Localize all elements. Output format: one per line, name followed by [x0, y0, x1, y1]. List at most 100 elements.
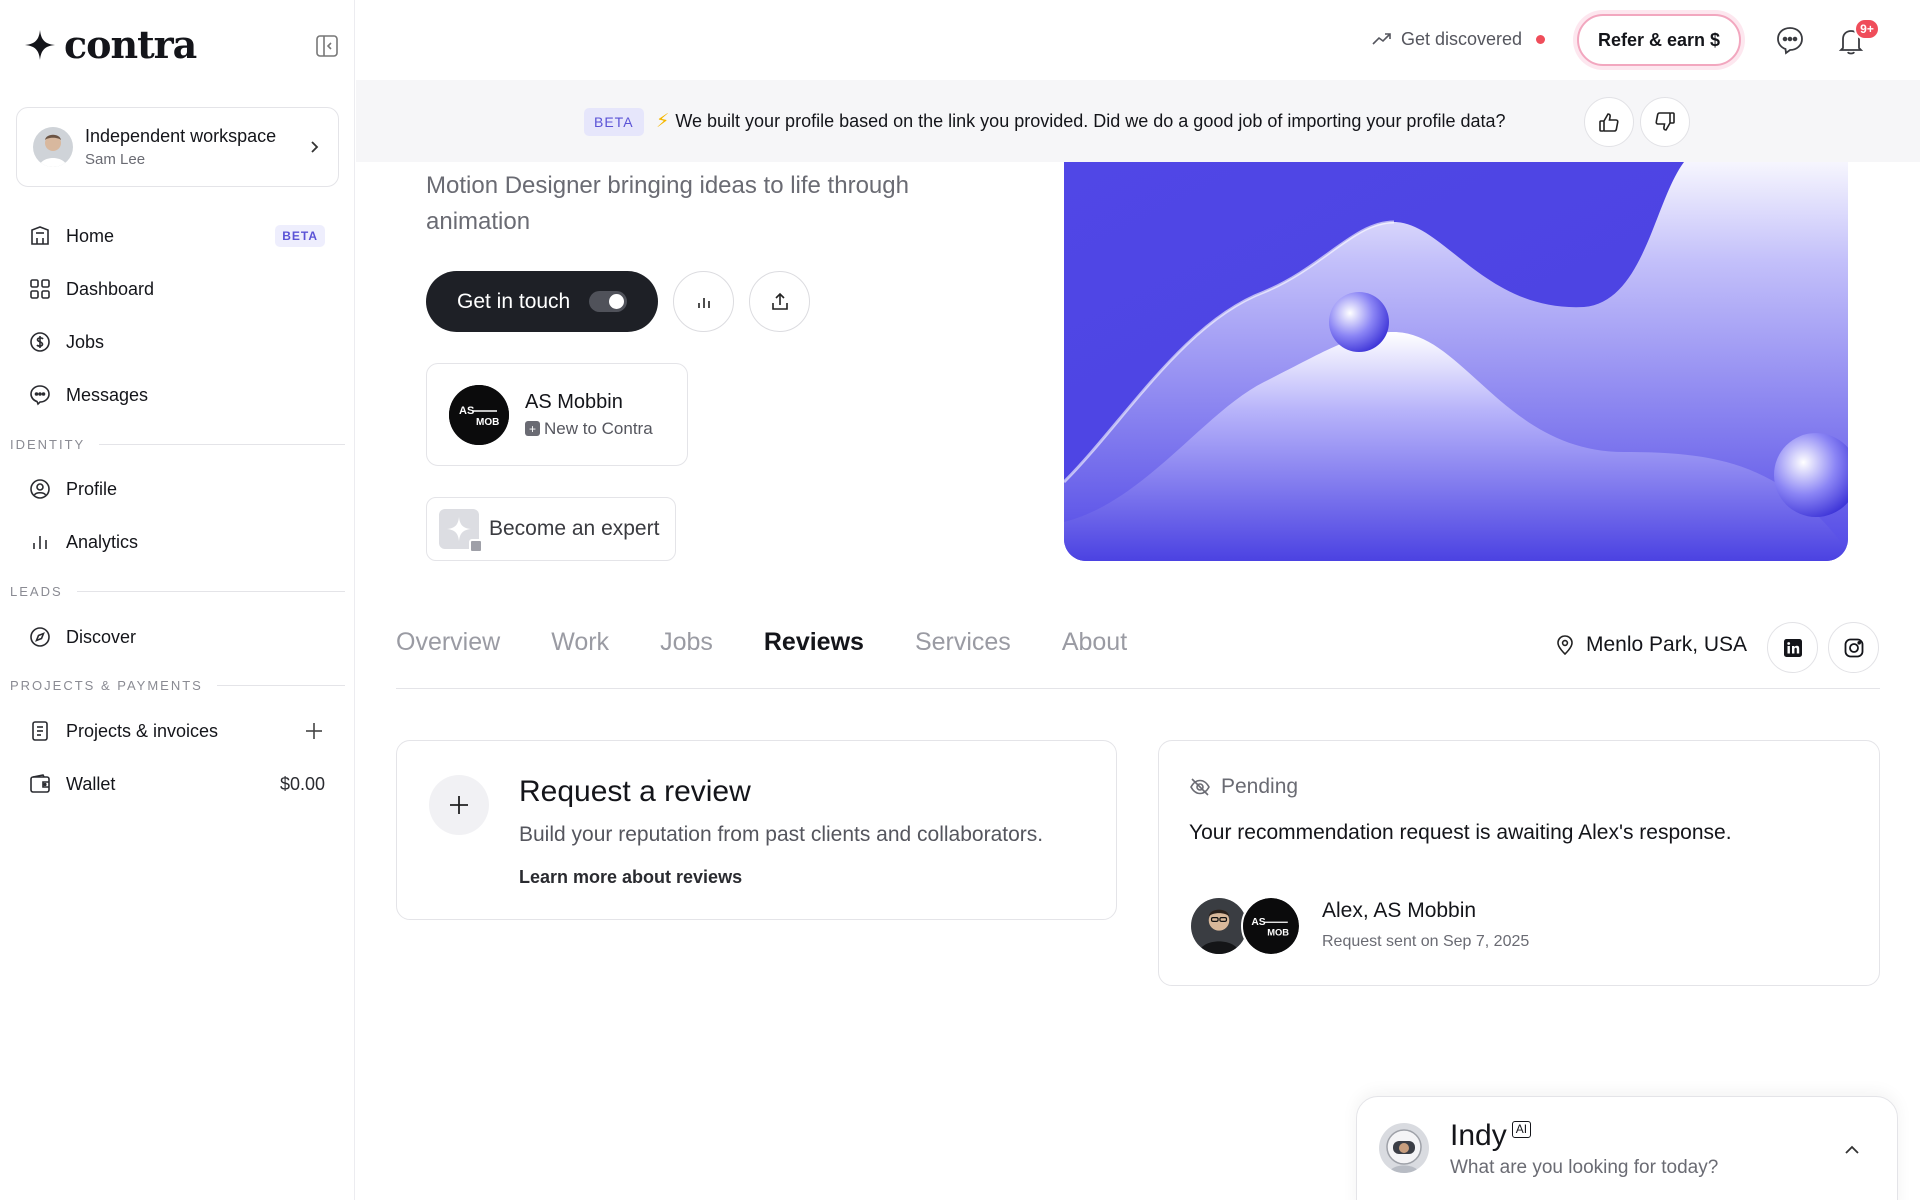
import-feedback-banner: BETA ⚡ We built your profile based on th… [356, 80, 1920, 162]
compass-icon [30, 627, 50, 647]
tab-services[interactable]: Services [915, 628, 1011, 657]
get-in-touch-button[interactable]: Get in touch [426, 271, 658, 332]
svg-text:MOB: MOB [1267, 927, 1289, 937]
contra-star-icon [25, 30, 55, 60]
become-expert-button[interactable]: Become an expert [426, 497, 676, 561]
beta-badge: BETA [584, 108, 644, 136]
sidebar-item-discover[interactable]: Discover [16, 615, 339, 659]
sidebar: contra Independent workspace Sam Lee Hom… [0, 0, 355, 1200]
sidebar-item-home[interactable]: Home BETA [16, 214, 339, 258]
toggle-knob [609, 294, 624, 309]
sidebar-item-profile[interactable]: Profile [16, 467, 339, 511]
tab-jobs[interactable]: Jobs [660, 628, 713, 657]
map-pin-icon [1557, 635, 1573, 656]
svg-text:AS: AS [459, 405, 474, 417]
get-discovered-label: Get discovered [1401, 28, 1523, 49]
sidebar-item-label: Wallet [66, 773, 116, 794]
organization-logo: AS MOB [449, 384, 509, 445]
sidebar-item-label: Dashboard [66, 278, 155, 299]
thumbs-down-button[interactable] [1640, 97, 1690, 147]
sidebar-item-analytics[interactable]: Analytics [16, 520, 339, 564]
pending-message: Your recommendation request is awaiting … [1189, 821, 1732, 844]
thumbs-up-button[interactable] [1584, 97, 1634, 147]
availability-toggle[interactable] [589, 291, 627, 312]
lightning-icon: ⚡ [656, 111, 670, 132]
workspace-title: Independent workspace [85, 126, 277, 146]
tabs-divider [396, 688, 1880, 689]
sidebar-item-messages[interactable]: Messages [16, 373, 339, 417]
divider [99, 444, 345, 445]
sidebar-item-label: Profile [66, 478, 118, 499]
refer-earn-button[interactable]: Refer & earn $ [1577, 14, 1741, 66]
thumbs-down-icon [1655, 112, 1675, 131]
linkedin-button[interactable] [1767, 622, 1818, 673]
collapse-sidebar-icon[interactable] [314, 33, 340, 59]
sidebar-item-label: Discover [66, 626, 137, 647]
request-review-description: Build your reputation from past clients … [519, 823, 1044, 846]
sidebar-item-label: Analytics [66, 531, 139, 552]
wallet-balance: $0.00 [279, 773, 325, 794]
sidebar-item-dashboard[interactable]: Dashboard [16, 267, 339, 311]
get-discovered-link[interactable]: Get discovered [1371, 28, 1546, 50]
brand-logo[interactable]: contra [24, 22, 197, 67]
user-circle-icon [30, 479, 50, 499]
indy-prompt: What are you looking for today? [1450, 1157, 1719, 1178]
alert-dot [1536, 34, 1546, 44]
tab-about[interactable]: About [1062, 628, 1127, 657]
learn-more-reviews-link[interactable]: Learn more about reviews [519, 867, 742, 888]
chat-bubble-icon [30, 385, 50, 406]
bar-chart-icon [697, 297, 710, 308]
request-review-title: Request a review [519, 775, 751, 808]
indy-name: Indy [1450, 1119, 1507, 1152]
eye-off-icon [1190, 778, 1210, 796]
pending-review-card: Pending Your recommendation request is a… [1158, 740, 1880, 986]
instagram-icon [1844, 638, 1863, 657]
chevron-right-icon [311, 141, 319, 153]
add-project-icon[interactable] [303, 720, 325, 742]
organization-name: AS Mobbin [525, 390, 623, 413]
section-projects: PROJECTS & PAYMENTS [10, 678, 345, 693]
share-button[interactable] [749, 271, 810, 332]
dollar-circle-icon [30, 332, 50, 352]
sidebar-item-projects[interactable]: Projects & invoices [16, 709, 339, 753]
pending-reviewers: Alex, AS Mobbin [1322, 899, 1477, 922]
profile-tagline: Motion Designer bringing ideas to life t… [426, 172, 909, 235]
get-in-touch-label: Get in touch [457, 289, 571, 313]
tab-reviews[interactable]: Reviews [764, 628, 864, 657]
brand-name: contra [64, 22, 197, 67]
become-expert-label: Become an expert [489, 517, 660, 540]
tab-work[interactable]: Work [551, 628, 609, 657]
plus-icon [450, 796, 468, 814]
chevron-up-icon[interactable] [1841, 1139, 1863, 1161]
home-icon [31, 226, 49, 245]
tab-overview[interactable]: Overview [396, 628, 500, 657]
ai-badge: AI [1511, 1121, 1532, 1139]
section-label: LEADS [10, 584, 63, 599]
indy-avatar [1379, 1123, 1429, 1173]
analytics-button[interactable] [673, 271, 734, 332]
messages-icon[interactable] [1774, 24, 1806, 56]
location: Menlo Park, USA [1554, 633, 1747, 657]
divider [216, 685, 345, 686]
linkedin-icon [1783, 638, 1802, 657]
workspace-switcher[interactable]: Independent workspace Sam Lee [16, 107, 339, 187]
beta-badge: BETA [275, 225, 325, 247]
banner-message: We built your profile based on the link … [675, 111, 1506, 131]
section-label: PROJECTS & PAYMENTS [10, 678, 203, 693]
sidebar-item-wallet[interactable]: Wallet $0.00 [16, 762, 339, 806]
svg-text:MOB: MOB [476, 417, 499, 428]
profile-cover-image [1064, 162, 1848, 561]
indy-assistant-widget[interactable]: Indy AI What are you looking for today? [1356, 1096, 1898, 1200]
workspace-user: Sam Lee [85, 151, 146, 168]
sidebar-item-jobs[interactable]: Jobs [16, 320, 339, 364]
request-review-button[interactable] [429, 775, 489, 835]
wallet-icon [30, 774, 50, 793]
instagram-button[interactable] [1828, 622, 1879, 673]
organization-card[interactable]: AS MOB AS Mobbin + New to Contra [426, 363, 688, 466]
share-upload-icon [771, 292, 788, 310]
section-label: IDENTITY [10, 437, 86, 452]
pending-date: Request sent on Sep 7, 2025 [1322, 933, 1530, 950]
bar-chart-icon [33, 536, 47, 549]
section-identity: IDENTITY [10, 437, 345, 452]
sidebar-item-label: Projects & invoices [66, 720, 219, 741]
